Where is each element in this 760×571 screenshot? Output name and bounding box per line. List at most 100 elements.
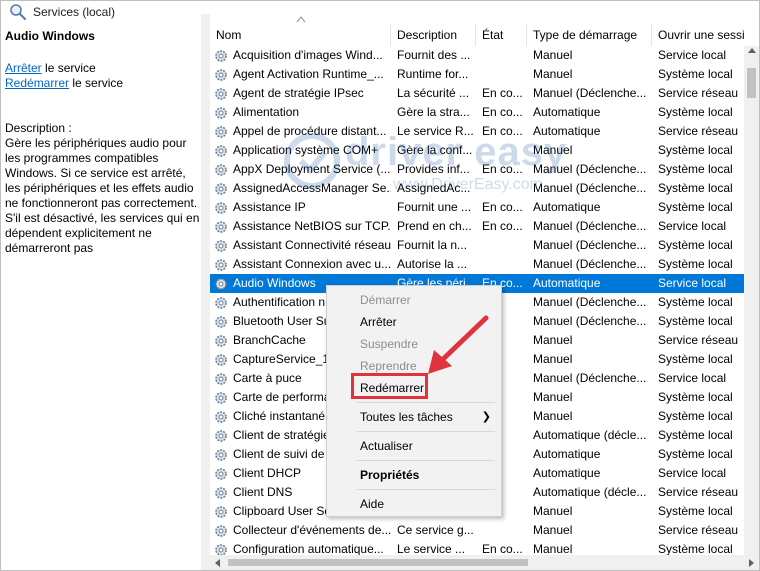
cell-logon: Service local	[658, 276, 727, 290]
service-name: Assistant Connexion avec u...	[233, 257, 391, 271]
cell-startup-type: Automatique	[533, 105, 601, 119]
cell-state	[476, 141, 527, 160]
table-row[interactable]: Acquisition d'images Wind... Fournit des …	[210, 46, 745, 65]
table-row[interactable]: Appel de procédure distant... Le service …	[210, 122, 745, 141]
cell-name: Agent de stratégie IPsec	[210, 84, 391, 103]
cell-state: En co...	[482, 219, 523, 233]
gear-icon	[215, 334, 227, 347]
gear-icon	[215, 220, 227, 233]
scroll-right-icon[interactable]	[749, 559, 754, 567]
service-name: Alimentation	[233, 105, 300, 119]
cell-startup-type: Manuel (Déclenche...	[533, 257, 647, 271]
column-header-name[interactable]: Nom	[210, 24, 391, 46]
cell-logon: Système local	[658, 428, 733, 442]
vertical-scrollbar[interactable]	[744, 46, 759, 555]
cell-description: Prend en ch...	[397, 219, 472, 233]
table-row[interactable]: Assistant Connectivité réseau Fournit la …	[210, 236, 745, 255]
column-header-startup-type[interactable]: Type de démarrage	[527, 24, 652, 46]
service-name: Collecteur d'événements de...	[233, 523, 391, 537]
cell-startup-type: Manuel (Déclenche...	[533, 219, 647, 233]
menu-item-properties[interactable]: Propriétés	[327, 464, 501, 486]
cell-startup-type: Automatique (décle...	[533, 428, 647, 442]
cell-state	[476, 46, 527, 65]
gear-icon	[215, 505, 227, 518]
cell-name: Application système COM+	[210, 141, 391, 160]
menu-item-help[interactable]: Aide	[327, 493, 501, 515]
table-row[interactable]: Assistant Connexion avec u... Autorise la…	[210, 255, 745, 274]
vertical-scroll-thumb[interactable]	[747, 68, 756, 98]
service-name: CaptureService_1f	[233, 352, 333, 366]
cell-name: Appel de procédure distant...	[210, 122, 391, 141]
cell-startup-type: Manuel (Déclenche...	[533, 295, 647, 309]
horizontal-scroll-thumb[interactable]	[228, 559, 528, 566]
menu-item-all-tasks[interactable]: Toutes les tâches ❯	[327, 406, 501, 428]
service-name: Assistance NetBIOS sur TCP...	[233, 219, 391, 233]
table-row[interactable]: Assistance NetBIOS sur TCP... Prend en ch…	[210, 217, 745, 236]
service-name: Authentification n	[233, 295, 326, 309]
cell-name: Alimentation	[210, 103, 391, 122]
gear-icon	[215, 144, 227, 157]
pane-splitter[interactable]	[201, 14, 210, 570]
cell-state	[476, 65, 527, 84]
cell-logon: Système local	[658, 447, 733, 461]
cell-description: Ce service g...	[397, 523, 474, 537]
cell-logon: Service réseau	[658, 485, 739, 499]
menu-item-start: Démarrer	[360, 293, 411, 307]
cell-logon: Service réseau	[658, 86, 739, 100]
table-row[interactable]: Alimentation Gère la stra... En co... Autom…	[210, 103, 745, 122]
table-row[interactable]: Collecteur d'événements de... Ce service …	[210, 521, 745, 540]
cell-logon: Système local	[658, 257, 733, 271]
horizontal-scrollbar[interactable]	[210, 555, 759, 570]
cell-description: Fournit des ...	[397, 48, 471, 62]
cell-startup-type: Manuel	[533, 409, 573, 423]
column-header-row: Nom Description État Type de démarrage O…	[210, 24, 759, 46]
gear-icon	[215, 372, 227, 385]
menu-separator	[357, 489, 495, 490]
table-row[interactable]: AssignedAccessManager Se... AssignedAc...…	[210, 179, 745, 198]
services-magnifier-icon	[10, 4, 27, 21]
cell-startup-type: Manuel	[533, 333, 573, 347]
cell-description: Fournit la n...	[397, 238, 468, 252]
cell-description: La sécurité ...	[397, 86, 470, 100]
cell-state: En co...	[482, 162, 523, 176]
gear-icon	[215, 391, 227, 404]
cell-startup-type: Manuel (Déclenche...	[533, 86, 647, 100]
restart-service-link[interactable]: Redémarrer	[5, 76, 69, 90]
column-header-state[interactable]: État	[476, 24, 527, 46]
service-description: Gère les périphériques audio pour les pr…	[5, 136, 200, 255]
table-row[interactable]: AppX Deployment Service (... Provides inf…	[210, 160, 745, 179]
gear-icon	[215, 429, 227, 442]
cell-startup-type: Manuel	[533, 523, 573, 537]
scroll-up-icon[interactable]	[748, 48, 756, 53]
table-row[interactable]: Application système COM+ Gère la conf... M…	[210, 141, 745, 160]
menu-item-refresh[interactable]: Actualiser	[327, 435, 501, 457]
cell-logon: Système local	[658, 238, 733, 252]
cell-state	[476, 255, 527, 274]
cell-logon: Système local	[658, 390, 733, 404]
column-header-logon[interactable]: Ouvrir une sessi	[652, 24, 759, 46]
service-name: Appel de procédure distant...	[233, 124, 387, 138]
gear-icon	[215, 410, 227, 423]
gear-icon	[215, 239, 227, 252]
stop-service-link[interactable]: Arrêter	[5, 61, 42, 75]
cell-startup-type: Automatique	[533, 200, 601, 214]
cell-startup-type: Manuel	[533, 67, 573, 81]
sort-ascending-icon	[296, 16, 306, 23]
restart-highlight-box	[351, 373, 428, 399]
menu-separator	[357, 431, 495, 432]
scroll-left-icon[interactable]	[215, 559, 220, 567]
table-row[interactable]: Agent de stratégie IPsec La sécurité ... E…	[210, 84, 745, 103]
service-name: Assistant Connectivité réseau	[233, 238, 391, 252]
service-detail-panel: Audio Windows Arrêter le service Redémar…	[1, 23, 201, 570]
cell-name: AssignedAccessManager Se...	[210, 179, 391, 198]
table-row[interactable]: Agent Activation Runtime_... Runtime for.…	[210, 65, 745, 84]
stop-line: Arrêter le service	[5, 61, 197, 76]
table-row[interactable]: Assistance IP Fournit une ... En co... Auto…	[210, 198, 745, 217]
cell-name: Agent Activation Runtime_...	[210, 65, 391, 84]
column-header-description[interactable]: Description	[391, 24, 476, 46]
cell-startup-type: Automatique	[533, 124, 601, 138]
service-name: Client de suivi de	[233, 447, 325, 461]
service-name: Carte de performa	[233, 390, 331, 404]
cell-logon: Système local	[658, 143, 733, 157]
cell-state	[476, 521, 527, 540]
